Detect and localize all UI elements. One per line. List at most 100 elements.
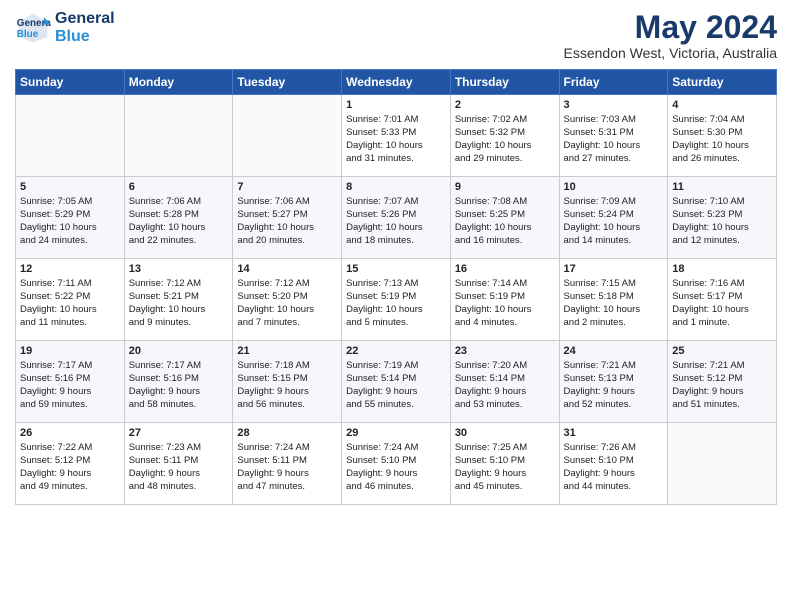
table-row: 3 Sunrise: 7:03 AMSunset: 5:31 PMDaylight… (559, 95, 668, 177)
month-title: May 2024 (564, 10, 777, 45)
location: Essendon West, Victoria, Australia (564, 45, 777, 61)
table-row: 16 Sunrise: 7:14 AMSunset: 5:19 PMDayligh… (450, 259, 559, 341)
page: General Blue General Blue May 2024 Essen… (0, 0, 792, 612)
day-info: Sunrise: 7:12 AMSunset: 5:21 PMDaylight:… (129, 278, 229, 329)
day-info: Sunrise: 7:23 AMSunset: 5:11 PMDaylight:… (129, 442, 229, 493)
calendar-week-row: 1 Sunrise: 7:01 AMSunset: 5:33 PMDaylight… (16, 95, 777, 177)
day-number: 26 (20, 426, 120, 440)
logo: General Blue General Blue (15, 10, 115, 46)
day-number: 3 (564, 98, 664, 112)
calendar-week-row: 19 Sunrise: 7:17 AMSunset: 5:16 PMDayligh… (16, 341, 777, 423)
day-info: Sunrise: 7:11 AMSunset: 5:22 PMDaylight:… (20, 278, 120, 329)
day-info: Sunrise: 7:21 AMSunset: 5:13 PMDaylight:… (564, 360, 664, 411)
day-info: Sunrise: 7:24 AMSunset: 5:11 PMDaylight:… (237, 442, 337, 493)
day-info: Sunrise: 7:16 AMSunset: 5:17 PMDaylight:… (672, 278, 772, 329)
logo-general: General (55, 10, 115, 28)
day-number: 27 (129, 426, 229, 440)
table-row: 30 Sunrise: 7:25 AMSunset: 5:10 PMDayligh… (450, 423, 559, 505)
day-number: 23 (455, 344, 555, 358)
day-info: Sunrise: 7:02 AMSunset: 5:32 PMDaylight:… (455, 114, 555, 165)
day-info: Sunrise: 7:14 AMSunset: 5:19 PMDaylight:… (455, 278, 555, 329)
calendar-week-row: 12 Sunrise: 7:11 AMSunset: 5:22 PMDayligh… (16, 259, 777, 341)
day-info: Sunrise: 7:03 AMSunset: 5:31 PMDaylight:… (564, 114, 664, 165)
day-number: 24 (564, 344, 664, 358)
day-number: 12 (20, 262, 120, 276)
day-info: Sunrise: 7:10 AMSunset: 5:23 PMDaylight:… (672, 196, 772, 247)
col-thursday: Thursday (450, 70, 559, 95)
table-row: 28 Sunrise: 7:24 AMSunset: 5:11 PMDayligh… (233, 423, 342, 505)
table-row: 12 Sunrise: 7:11 AMSunset: 5:22 PMDayligh… (16, 259, 125, 341)
table-row: 21 Sunrise: 7:18 AMSunset: 5:15 PMDayligh… (233, 341, 342, 423)
day-number: 18 (672, 262, 772, 276)
day-info: Sunrise: 7:22 AMSunset: 5:12 PMDaylight:… (20, 442, 120, 493)
day-number: 22 (346, 344, 446, 358)
table-row: 7 Sunrise: 7:06 AMSunset: 5:27 PMDaylight… (233, 177, 342, 259)
day-number: 13 (129, 262, 229, 276)
day-info: Sunrise: 7:13 AMSunset: 5:19 PMDaylight:… (346, 278, 446, 329)
day-number: 16 (455, 262, 555, 276)
table-row: 4 Sunrise: 7:04 AMSunset: 5:30 PMDaylight… (668, 95, 777, 177)
calendar-table: Sunday Monday Tuesday Wednesday Thursday… (15, 69, 777, 505)
day-number: 28 (237, 426, 337, 440)
table-row (233, 95, 342, 177)
table-row (16, 95, 125, 177)
day-number: 9 (455, 180, 555, 194)
day-number: 14 (237, 262, 337, 276)
table-row: 6Sunrise: 7:06 AMSunset: 5:28 PMDaylight… (124, 177, 233, 259)
table-row: 29 Sunrise: 7:24 AMSunset: 5:10 PMDayligh… (342, 423, 451, 505)
logo-icon: General Blue (15, 10, 51, 46)
day-number: 7 (237, 180, 337, 194)
day-number: 30 (455, 426, 555, 440)
logo-blue: Blue (55, 28, 115, 46)
day-info: Sunrise: 7:07 AMSunset: 5:26 PMDaylight:… (346, 196, 446, 247)
day-info: Sunrise: 7:19 AMSunset: 5:14 PMDaylight:… (346, 360, 446, 411)
day-number: 19 (20, 344, 120, 358)
table-row: 9 Sunrise: 7:08 AMSunset: 5:25 PMDaylight… (450, 177, 559, 259)
col-tuesday: Tuesday (233, 70, 342, 95)
header: General Blue General Blue May 2024 Essen… (15, 10, 777, 61)
day-number: 2 (455, 98, 555, 112)
day-info: Sunrise: 7:17 AMSunset: 5:16 PMDaylight:… (129, 360, 229, 411)
day-info: Sunrise: 7:21 AMSunset: 5:12 PMDaylight:… (672, 360, 772, 411)
day-number: 29 (346, 426, 446, 440)
day-number: 25 (672, 344, 772, 358)
day-info: Sunrise: 7:24 AMSunset: 5:10 PMDaylight:… (346, 442, 446, 493)
day-number: 4 (672, 98, 772, 112)
day-info: Sunrise: 7:08 AMSunset: 5:25 PMDaylight:… (455, 196, 555, 247)
day-info: Sunrise: 7:05 AMSunset: 5:29 PMDaylight:… (20, 196, 120, 247)
day-number: 21 (237, 344, 337, 358)
col-monday: Monday (124, 70, 233, 95)
day-info: Sunrise: 7:04 AMSunset: 5:30 PMDaylight:… (672, 114, 772, 165)
day-info: Sunrise: 7:26 AMSunset: 5:10 PMDaylight:… (564, 442, 664, 493)
table-row: 19Sunrise: 7:17 AMSunset: 5:16 PMDayligh… (16, 341, 125, 423)
title-block: May 2024 Essendon West, Victoria, Austra… (564, 10, 777, 61)
day-info: Sunrise: 7:06 AMSunset: 5:27 PMDaylight:… (237, 196, 337, 247)
table-row: 25 Sunrise: 7:21 AMSunset: 5:12 PMDayligh… (668, 341, 777, 423)
day-info: Sunrise: 7:01 AMSunset: 5:33 PMDaylight:… (346, 114, 446, 165)
table-row: 10Sunrise: 7:09 AMSunset: 5:24 PMDayligh… (559, 177, 668, 259)
table-row: 8 Sunrise: 7:07 AMSunset: 5:26 PMDaylight… (342, 177, 451, 259)
day-number: 20 (129, 344, 229, 358)
table-row (668, 423, 777, 505)
day-number: 8 (346, 180, 446, 194)
day-number: 5 (20, 180, 120, 194)
day-number: 1 (346, 98, 446, 112)
table-row: 14 Sunrise: 7:12 AMSunset: 5:20 PMDayligh… (233, 259, 342, 341)
table-row: 22 Sunrise: 7:19 AMSunset: 5:14 PMDayligh… (342, 341, 451, 423)
table-row: 24 Sunrise: 7:21 AMSunset: 5:13 PMDayligh… (559, 341, 668, 423)
table-row: 26 Sunrise: 7:22 AMSunset: 5:12 PMDayligh… (16, 423, 125, 505)
col-saturday: Saturday (668, 70, 777, 95)
table-row: 2 Sunrise: 7:02 AMSunset: 5:32 PMDaylight… (450, 95, 559, 177)
day-info: Sunrise: 7:18 AMSunset: 5:15 PMDaylight:… (237, 360, 337, 411)
calendar-week-row: 5 Sunrise: 7:05 AMSunset: 5:29 PMDaylight… (16, 177, 777, 259)
day-info: Sunrise: 7:12 AMSunset: 5:20 PMDaylight:… (237, 278, 337, 329)
svg-text:Blue: Blue (17, 29, 39, 40)
table-row: 20 Sunrise: 7:17 AMSunset: 5:16 PMDayligh… (124, 341, 233, 423)
day-number: 6 (129, 180, 229, 194)
table-row: 17Sunrise: 7:15 AMSunset: 5:18 PMDayligh… (559, 259, 668, 341)
table-row: 31Sunrise: 7:26 AMSunset: 5:10 PMDayligh… (559, 423, 668, 505)
table-row: 18 Sunrise: 7:16 AMSunset: 5:17 PMDayligh… (668, 259, 777, 341)
day-info: Sunrise: 7:20 AMSunset: 5:14 PMDaylight:… (455, 360, 555, 411)
table-row: 27 Sunrise: 7:23 AMSunset: 5:11 PMDayligh… (124, 423, 233, 505)
day-info: Sunrise: 7:25 AMSunset: 5:10 PMDaylight:… (455, 442, 555, 493)
